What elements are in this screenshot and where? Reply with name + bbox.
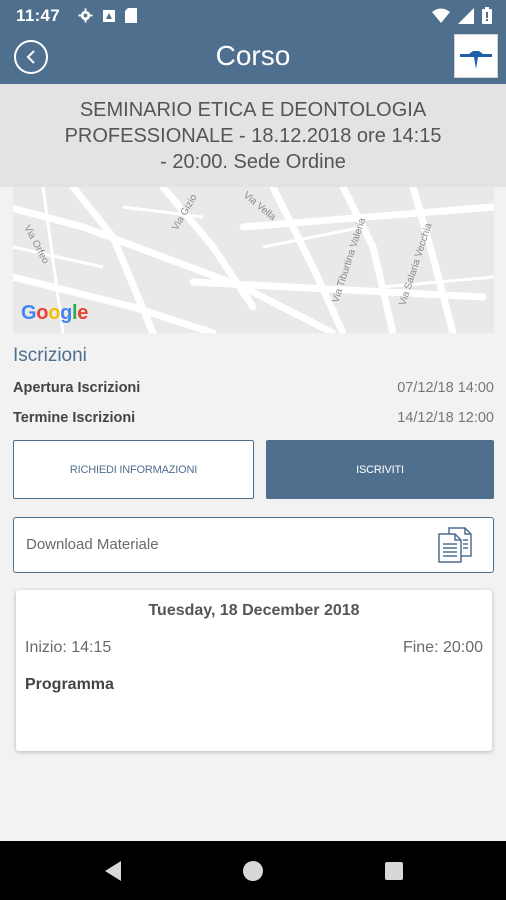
- request-info-button[interactable]: RICHIEDI INFORMAZIONI: [13, 440, 254, 499]
- status-bar: 11:47: [0, 0, 506, 32]
- status-time: 11:47: [16, 6, 61, 25]
- map-view[interactable]: Via Orfeo Via Gizio Via Vella Via Tiburt…: [13, 187, 494, 333]
- home-circle-icon[interactable]: [241, 859, 265, 883]
- schedule-start: Inizio: 14:15: [25, 639, 112, 656]
- schedule-date: Tuesday, 18 December 2018: [148, 602, 360, 619]
- section-title-registration: Iscrizioni: [13, 345, 87, 366]
- gear-icon: [78, 8, 93, 23]
- schedule-card: Tuesday, 18 December 2018 Inizio: 14:15 …: [16, 590, 492, 751]
- status-right-icons: [432, 7, 492, 24]
- status-left-icons: [78, 8, 137, 23]
- registration-close-row: Termine Iscrizioni 14/12/18 12:00: [13, 408, 494, 430]
- wifi-icon: [432, 8, 450, 23]
- logo-icon: [460, 51, 492, 69]
- back-triangle-icon[interactable]: [101, 859, 125, 883]
- registration-open-row: Apertura Iscrizioni 07/12/18 14:00: [13, 378, 494, 400]
- signal-icon: [458, 7, 474, 24]
- registration-open-label: Apertura Iscrizioni: [13, 380, 141, 396]
- app-bar: Corso: [0, 32, 506, 84]
- recents-square-icon[interactable]: [382, 859, 406, 883]
- download-material-button[interactable]: Download Materiale: [13, 517, 494, 573]
- subscribe-button[interactable]: ISCRIVITI: [266, 440, 494, 499]
- schedule-program-label: Programma: [25, 676, 114, 693]
- screenshot-icon: [103, 9, 115, 22]
- course-title: SEMINARIO ETICA E DEONTOLOGIA PROFESSION…: [0, 84, 506, 187]
- battery-icon: [482, 7, 492, 24]
- system-nav-bar: [0, 841, 506, 900]
- download-material-label: Download Materiale: [26, 536, 159, 553]
- registration-close-label: Termine Iscrizioni: [13, 410, 136, 426]
- document-icon: [438, 527, 472, 563]
- page-title: Corso: [215, 40, 291, 71]
- sd-card-icon: [125, 8, 137, 23]
- registration-open-value: 07/12/18 14:00: [397, 380, 494, 396]
- app-logo: [454, 34, 498, 78]
- google-attribution: Google: [21, 302, 89, 324]
- registration-close-value: 14/12/18 12:00: [397, 410, 494, 426]
- schedule-end: Fine: 20:00: [402, 639, 483, 656]
